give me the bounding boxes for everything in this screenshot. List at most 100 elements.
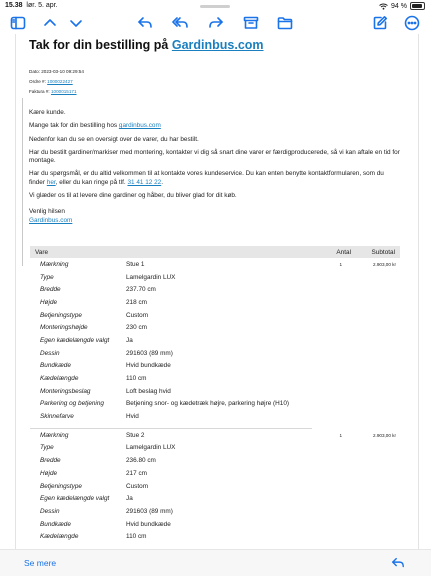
signoff: Venlig hilsen xyxy=(29,208,65,216)
attribute-value: 110 cm xyxy=(126,375,147,383)
empty-cell xyxy=(312,334,356,347)
more-icon[interactable] xyxy=(402,14,422,32)
title-text: Tak for din bestilling på xyxy=(29,38,169,52)
item-quantity: 1 xyxy=(339,432,342,438)
invoice-number-label: Faktura #: xyxy=(29,89,50,94)
table-row: Højde 217 cm xyxy=(30,467,400,480)
forward-icon[interactable] xyxy=(206,14,226,32)
attribute-label: Type xyxy=(40,444,54,452)
contact-form-link[interactable]: her xyxy=(47,179,56,186)
table-row: Monteringshøjde 230 cm xyxy=(30,321,400,334)
signature: Venlig hilsen Gardinbus.com xyxy=(29,208,401,225)
multitask-grabber[interactable] xyxy=(200,5,230,8)
attribute-value: Lamelgardin LUX xyxy=(126,273,176,281)
table-row: Type Lamelgardin LUX xyxy=(30,271,400,284)
attribute-value: Lamelgardin LUX xyxy=(126,444,176,452)
attribute-value: 110 cm xyxy=(126,533,147,541)
signature-link[interactable]: Gardinbus.com xyxy=(29,217,72,224)
attribute-label: Højde xyxy=(40,298,58,306)
reply-icon[interactable] xyxy=(135,14,155,32)
empty-cell xyxy=(312,398,356,411)
attribute-value: Custom xyxy=(126,311,149,319)
empty-cell xyxy=(312,454,356,467)
attribute-label: Betjeningstype xyxy=(40,311,82,319)
attribute-value: Hvid xyxy=(126,413,139,421)
item-subtotal: 2.903,00 kr xyxy=(373,261,396,267)
status-time-value: 15.38 xyxy=(5,2,23,9)
attribute-label: Bredde xyxy=(40,286,61,294)
table-row: Bredde 237.70 cm xyxy=(30,283,400,296)
attribute-label: Monteringsbeslag xyxy=(40,387,91,395)
empty-cell xyxy=(312,309,356,322)
questions-paragraph: Har du spørgsmål, er du altid velkommen … xyxy=(29,170,401,187)
empty-cell xyxy=(356,454,400,467)
chevron-up-icon[interactable] xyxy=(40,14,60,32)
compose-icon[interactable] xyxy=(370,14,390,32)
questions-text-cont: , eller du kan ringe på tlf. xyxy=(55,178,126,186)
archive-icon[interactable] xyxy=(241,14,261,32)
attribute-value: 236.80 cm xyxy=(126,457,156,465)
chevron-down-icon[interactable] xyxy=(66,14,86,32)
table-row: Dessin 291603 (89 mm) xyxy=(30,505,400,518)
attribute-value: 218 cm xyxy=(126,298,147,306)
table-row: Bundkæde Hvid bundkæde xyxy=(30,518,400,531)
empty-cell xyxy=(356,296,400,309)
status-date: lør. 5. apr. xyxy=(26,2,58,9)
wifi-icon xyxy=(379,3,388,10)
attribute-label: Dessin xyxy=(40,349,60,357)
reply-all-icon[interactable] xyxy=(170,14,190,32)
empty-cell xyxy=(356,398,400,411)
table-row: Bundkæde Hvid bundkæde xyxy=(30,360,400,373)
reply-button-icon[interactable] xyxy=(388,554,408,572)
empty-cell xyxy=(356,505,400,518)
order-number-link[interactable]: 1000022427 xyxy=(47,79,73,84)
order-meta: Dato: 2023-03-10 09:29:54 Ordre #: 10000… xyxy=(29,67,401,97)
attribute-label: Monteringshøjde xyxy=(40,324,88,332)
empty-cell xyxy=(356,321,400,334)
header-qty: Antal xyxy=(312,246,356,258)
folder-icon[interactable] xyxy=(275,14,295,32)
empty-cell xyxy=(312,360,356,373)
empty-cell xyxy=(312,347,356,360)
table-row: Monteringsbeslag Loft beslag hvid xyxy=(30,385,400,398)
invoice-number-link[interactable]: 1000015171 xyxy=(51,89,77,94)
attribute-label: Egen kædelængde valgt xyxy=(40,336,110,344)
header-subtotal: Subtotal xyxy=(356,246,400,258)
table-row: Egen kædelængde valgt Ja xyxy=(30,492,400,505)
title-link[interactable]: Gardinbus.com xyxy=(172,38,264,52)
status-right: 94 % xyxy=(379,2,425,10)
attribute-label: Dessin xyxy=(40,507,60,515)
status-time: 15.38 lør. 5. apr. xyxy=(5,2,58,9)
attribute-label: Skinnefarve xyxy=(40,413,74,421)
attribute-label: Mærkning xyxy=(40,431,69,439)
attribute-value: Stue 2 xyxy=(126,431,145,439)
empty-cell xyxy=(312,283,356,296)
empty-cell xyxy=(356,334,400,347)
email-title: Tak for din bestilling på Gardinbus.com xyxy=(29,38,401,52)
email-content-frame[interactable]: Tak for din bestilling på Gardinbus.com … xyxy=(15,34,419,549)
table-row: Kædelængde 110 cm xyxy=(30,530,400,543)
empty-cell xyxy=(356,360,400,373)
thanks-link[interactable]: gardinbus.com xyxy=(119,122,161,129)
table-row: Mærkning Stue 2 1 2.903,00 kr xyxy=(30,428,400,441)
empty-cell xyxy=(312,505,356,518)
phone-link[interactable]: 31 41 12 22 xyxy=(127,179,161,186)
empty-cell xyxy=(312,296,356,309)
sidebar-icon[interactable] xyxy=(8,14,28,32)
attribute-label: Bredde xyxy=(40,457,61,465)
attribute-label: Egen kædelængde valgt xyxy=(40,495,110,503)
table-row: Skinnefarve Hvid xyxy=(30,410,400,423)
empty-cell xyxy=(356,372,400,385)
attribute-value: Loft beslag hvid xyxy=(126,387,171,395)
empty-cell xyxy=(356,309,400,322)
attribute-value: Hvid bundkæde xyxy=(126,520,171,528)
content-divider xyxy=(22,98,23,266)
thanks-text: Mange tak for din bestilling hos xyxy=(29,122,118,130)
table-row: Betjeningstype Custom xyxy=(30,309,400,322)
empty-cell xyxy=(356,347,400,360)
empty-cell xyxy=(356,530,400,543)
installation-paragraph: Har du bestilt gardiner/markiser med mon… xyxy=(29,148,400,165)
see-more-button[interactable]: Se mere xyxy=(24,558,56,568)
questions-text-end: . xyxy=(161,178,163,186)
attribute-value: Betjening snor- og kædetræk højre, parke… xyxy=(126,400,290,408)
